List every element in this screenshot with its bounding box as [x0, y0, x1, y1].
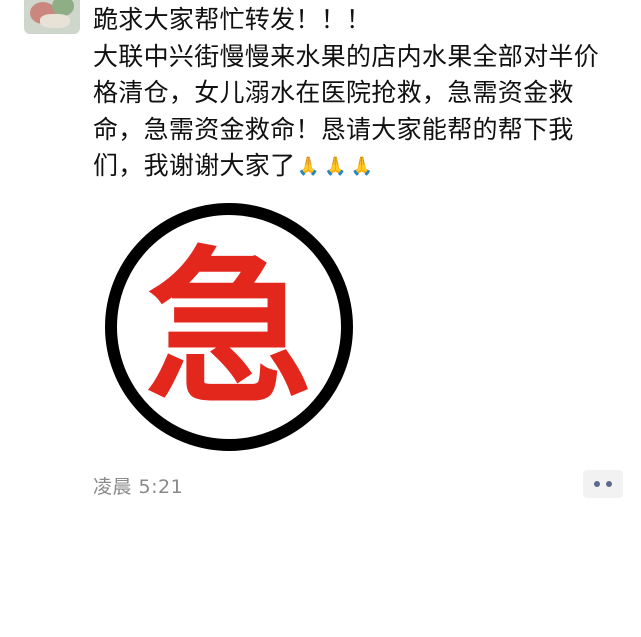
pray-emoji-group: 🙏 🙏 🙏: [297, 149, 377, 186]
ellipsis-icon: [594, 481, 600, 487]
post-text-line-last: 们，我谢谢大家了 🙏 🙏 🙏: [93, 148, 633, 186]
more-actions-button[interactable]: [583, 470, 623, 498]
pray-emoji-icon: 🙏: [324, 156, 347, 177]
post-text-line: 大联中兴街慢慢来水果的店内水果全部对半价: [93, 41, 600, 71]
ellipsis-icon: [606, 481, 612, 487]
post-image[interactable]: 急: [93, 190, 365, 465]
post-text: 跪求大家帮忙转发！！！ 大联中兴街慢慢来水果的店内水果全部对半价 格清仓，女儿溺…: [93, 2, 633, 186]
post-text-line: 命，急需资金救命！恳请大家能帮的帮下我: [93, 114, 574, 144]
moments-post: 跪求大家帮忙转发！！！ 大联中兴街慢慢来水果的店内水果全部对半价 格清仓，女儿溺…: [0, 0, 641, 637]
pray-emoji-icon: 🙏: [350, 156, 374, 177]
urgent-badge-icon: 急: [105, 203, 353, 451]
post-timestamp: 凌晨 5:21: [93, 476, 184, 498]
badge-character: 急: [145, 231, 313, 427]
post-text-line: 跪求大家帮忙转发！！！: [93, 5, 372, 34]
post-text-line: 们，我谢谢大家了: [93, 151, 296, 180]
avatar[interactable]: [24, 0, 80, 34]
post-meta: 凌晨 5:21: [93, 470, 633, 500]
post-text-line: 格清仓，女儿溺水在医院抢救，急需资金救: [93, 78, 574, 107]
pray-emoji-icon: 🙏: [297, 156, 321, 177]
